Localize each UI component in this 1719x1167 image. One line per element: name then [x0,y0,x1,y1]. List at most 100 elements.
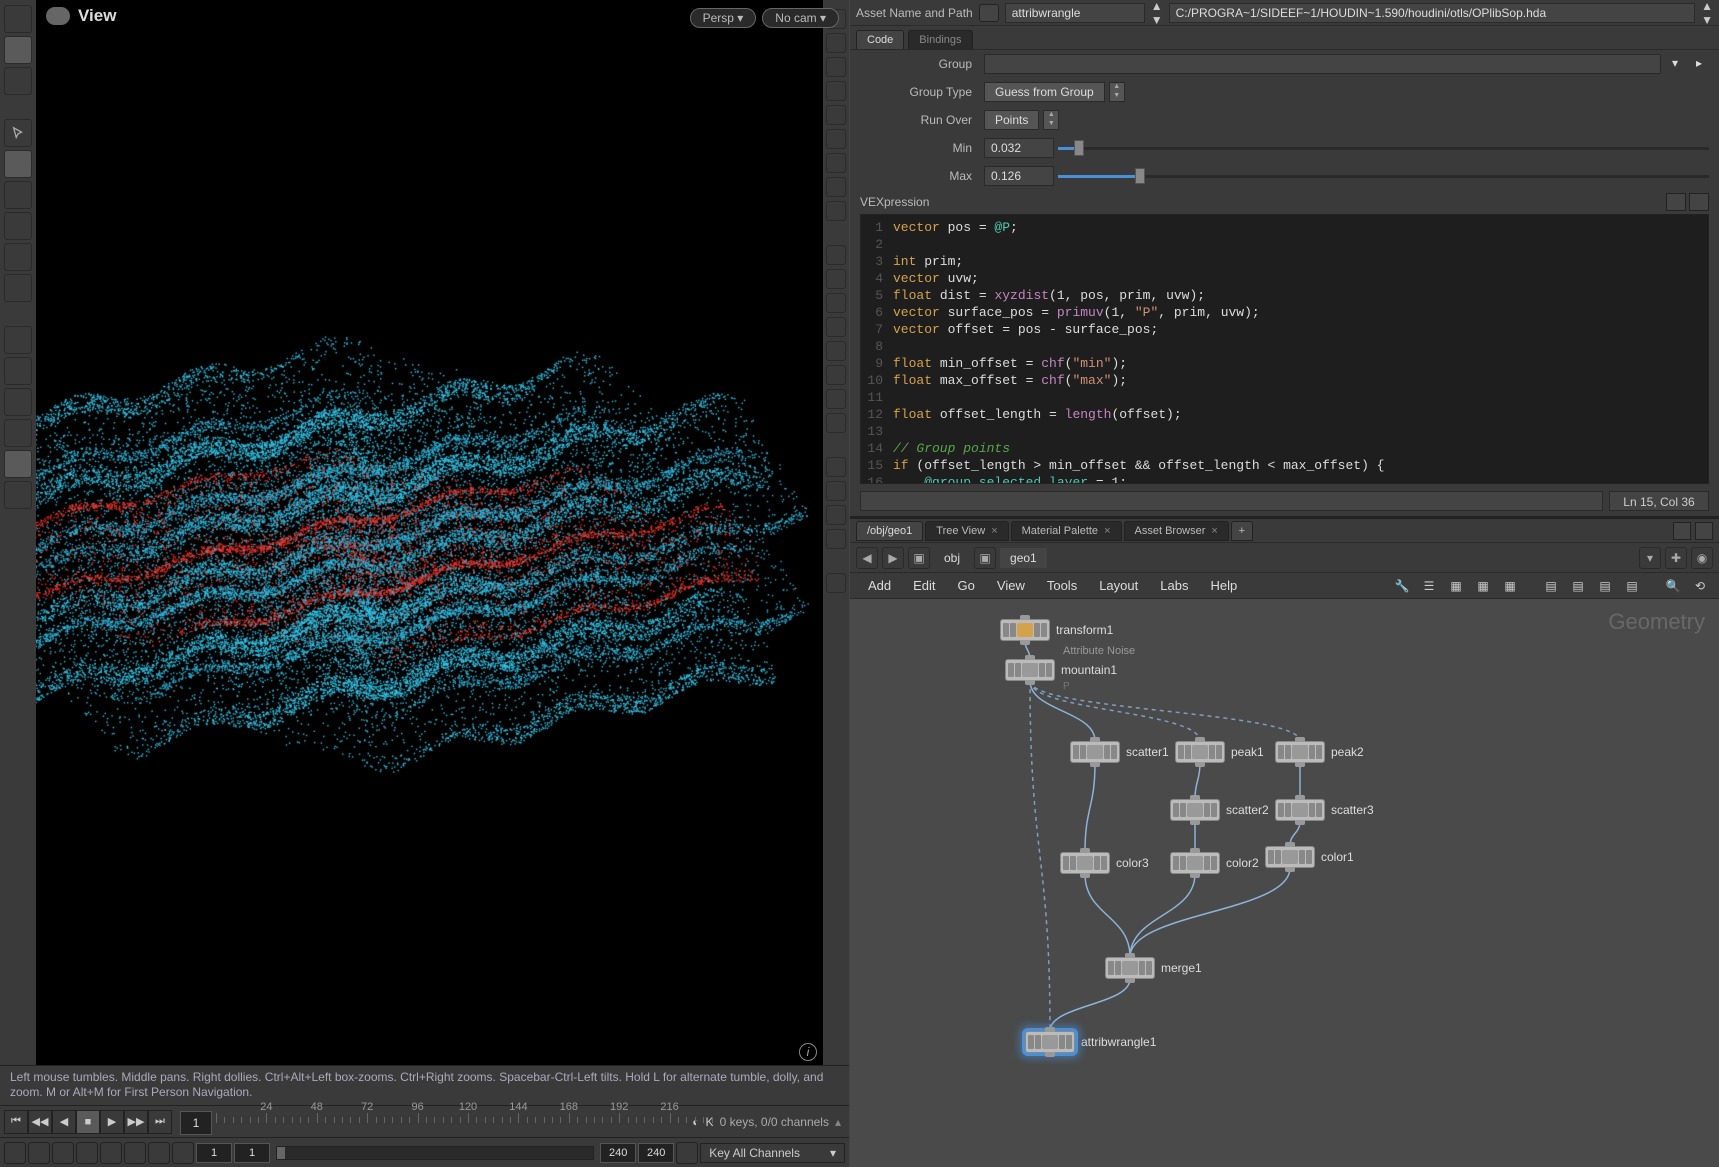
freeze-icon[interactable]: ◉ [1691,547,1713,569]
construction-plane-icon[interactable] [4,274,32,302]
runover-dropdown[interactable]: Points [984,110,1039,130]
wrench-icon[interactable]: 🔧 [1391,576,1413,596]
add-tab-button[interactable]: + [1231,521,1253,541]
crumb-geo1[interactable]: geo1 [1000,548,1047,568]
scene-viewport[interactable]: View Persp ▾ No cam ▾ [36,0,849,1065]
profile-icon[interactable] [826,293,846,313]
close-icon[interactable]: × [991,525,997,537]
expose-flag-icon[interactable]: ✚ [1665,547,1687,569]
flat-icon[interactable] [826,481,846,501]
snap-point-icon[interactable] [4,388,32,416]
grid2-icon[interactable]: ▦ [1472,576,1494,596]
step-icon[interactable] [124,1142,146,1164]
tab-code[interactable]: Code [856,30,904,49]
play-back-button[interactable]: ◀ [52,1110,76,1134]
select-object-icon[interactable] [4,150,32,178]
netbox-icon[interactable]: ▤ [1594,576,1616,596]
layout-icon[interactable]: ⟲ [1689,576,1711,596]
grid-icon[interactable] [826,365,846,385]
close-icon[interactable]: × [1104,525,1110,537]
wire-icon[interactable] [826,457,846,477]
menu-help[interactable]: Help [1200,574,1247,597]
menu-edit[interactable]: Edit [903,574,945,597]
step-back-button[interactable]: ◀◀ [28,1110,52,1134]
sticky-icon[interactable]: ▤ [1567,576,1589,596]
normals-icon[interactable] [826,201,846,221]
range-slider[interactable] [276,1146,594,1160]
node-scatter2[interactable]: scatter2 [1170,799,1269,821]
pane-menu-icon[interactable] [1695,522,1713,540]
node-peak2[interactable]: peak2 [1275,741,1364,763]
shelf-tool-2[interactable] [4,36,32,64]
group-input[interactable] [984,54,1661,74]
grid1-icon[interactable]: ▦ [1445,576,1467,596]
path-menu-caret[interactable]: ▾ [1639,547,1661,569]
vex-expand-icon[interactable] [1689,193,1709,211]
viewport-canvas[interactable] [36,0,826,1050]
grid3-icon[interactable]: ▦ [1499,576,1521,596]
primnum-icon[interactable] [826,269,846,289]
net-tab-material[interactable]: Material Palette× [1011,521,1122,541]
snap-curve-icon[interactable] [4,357,32,385]
snap-multi-icon[interactable] [4,419,32,447]
node-transform1[interactable]: transform1 [1000,619,1113,641]
integer-frame-icon[interactable] [76,1142,98,1164]
range-prev-icon[interactable] [148,1142,170,1164]
node-scatter3[interactable]: scatter3 [1275,799,1374,821]
bg-icon[interactable] [826,341,846,361]
handle-tool-icon[interactable] [4,181,32,209]
network-canvas[interactable]: Geometry transform1mountain1Attribute No… [850,599,1719,1167]
last-frame-button[interactable]: ⏭ [148,1110,172,1134]
min-input[interactable] [984,138,1054,158]
snap-primitive-icon[interactable] [4,450,32,478]
select-tool-icon[interactable] [4,119,32,147]
info-icon[interactable]: i [799,1043,817,1061]
smooth-icon[interactable] [826,505,846,525]
grouptype-spinner[interactable]: ▲▼ [1109,82,1125,102]
snap-grid-icon[interactable] [4,326,32,354]
palette-icon[interactable]: ▤ [1540,576,1562,596]
range-start-input[interactable] [196,1143,232,1163]
menu-tools[interactable]: Tools [1037,574,1087,597]
range-current-input[interactable] [234,1143,270,1163]
template-icon[interactable] [826,105,846,125]
node-name-input[interactable] [1005,3,1145,23]
net-tab-tree[interactable]: Tree View× [925,521,1008,541]
close-icon[interactable]: × [1211,525,1217,537]
step-fwd-button[interactable]: ▶▶ [124,1110,148,1134]
obj-icon[interactable]: ▣ [908,547,930,569]
path-spinner[interactable]: ▲▼ [1701,0,1713,27]
footprint-icon[interactable] [826,129,846,149]
version-spinner[interactable]: ▲▼ [1151,0,1163,27]
range-next-icon[interactable] [172,1142,194,1164]
max-input[interactable] [984,166,1054,186]
list-icon[interactable]: ☰ [1418,576,1440,596]
range-lock-icon[interactable] [52,1142,74,1164]
group-select-button[interactable]: ▸ [1689,54,1709,74]
node-merge1[interactable]: merge1 [1105,957,1202,979]
inspect-tool-icon[interactable] [4,243,32,271]
menu-add[interactable]: Add [858,574,901,597]
loop-icon[interactable] [28,1142,50,1164]
camera-select-menu[interactable]: No cam ▾ [762,8,839,28]
node-peak1[interactable]: peak1 [1175,741,1264,763]
xray-icon[interactable] [826,81,846,101]
snap-options-icon[interactable] [4,481,32,509]
node-attribwrangle1[interactable]: attribwrangle1 [1025,1031,1156,1053]
hda-path-input[interactable] [1169,3,1695,23]
play-end-input[interactable] [600,1143,636,1163]
find-icon[interactable]: 🔍 [1662,576,1684,596]
node-mountain1[interactable]: mountain1Attribute NoiseP [1005,659,1117,681]
pane-max-icon[interactable] [1673,522,1691,540]
field-icon[interactable] [826,413,846,433]
menu-layout[interactable]: Layout [1089,574,1148,597]
audio-icon[interactable] [100,1142,122,1164]
grouptype-dropdown[interactable]: Guess from Group [984,82,1105,102]
shelf-tool-3[interactable] [4,67,32,95]
menu-labs[interactable]: Labs [1150,574,1198,597]
safe-icon[interactable] [826,389,846,409]
tab-bindings[interactable]: Bindings [908,30,972,49]
realtime-icon[interactable] [4,1142,26,1164]
node-color1[interactable]: color1 [1265,846,1354,868]
group-menu-caret[interactable]: ▾ [1665,54,1685,74]
